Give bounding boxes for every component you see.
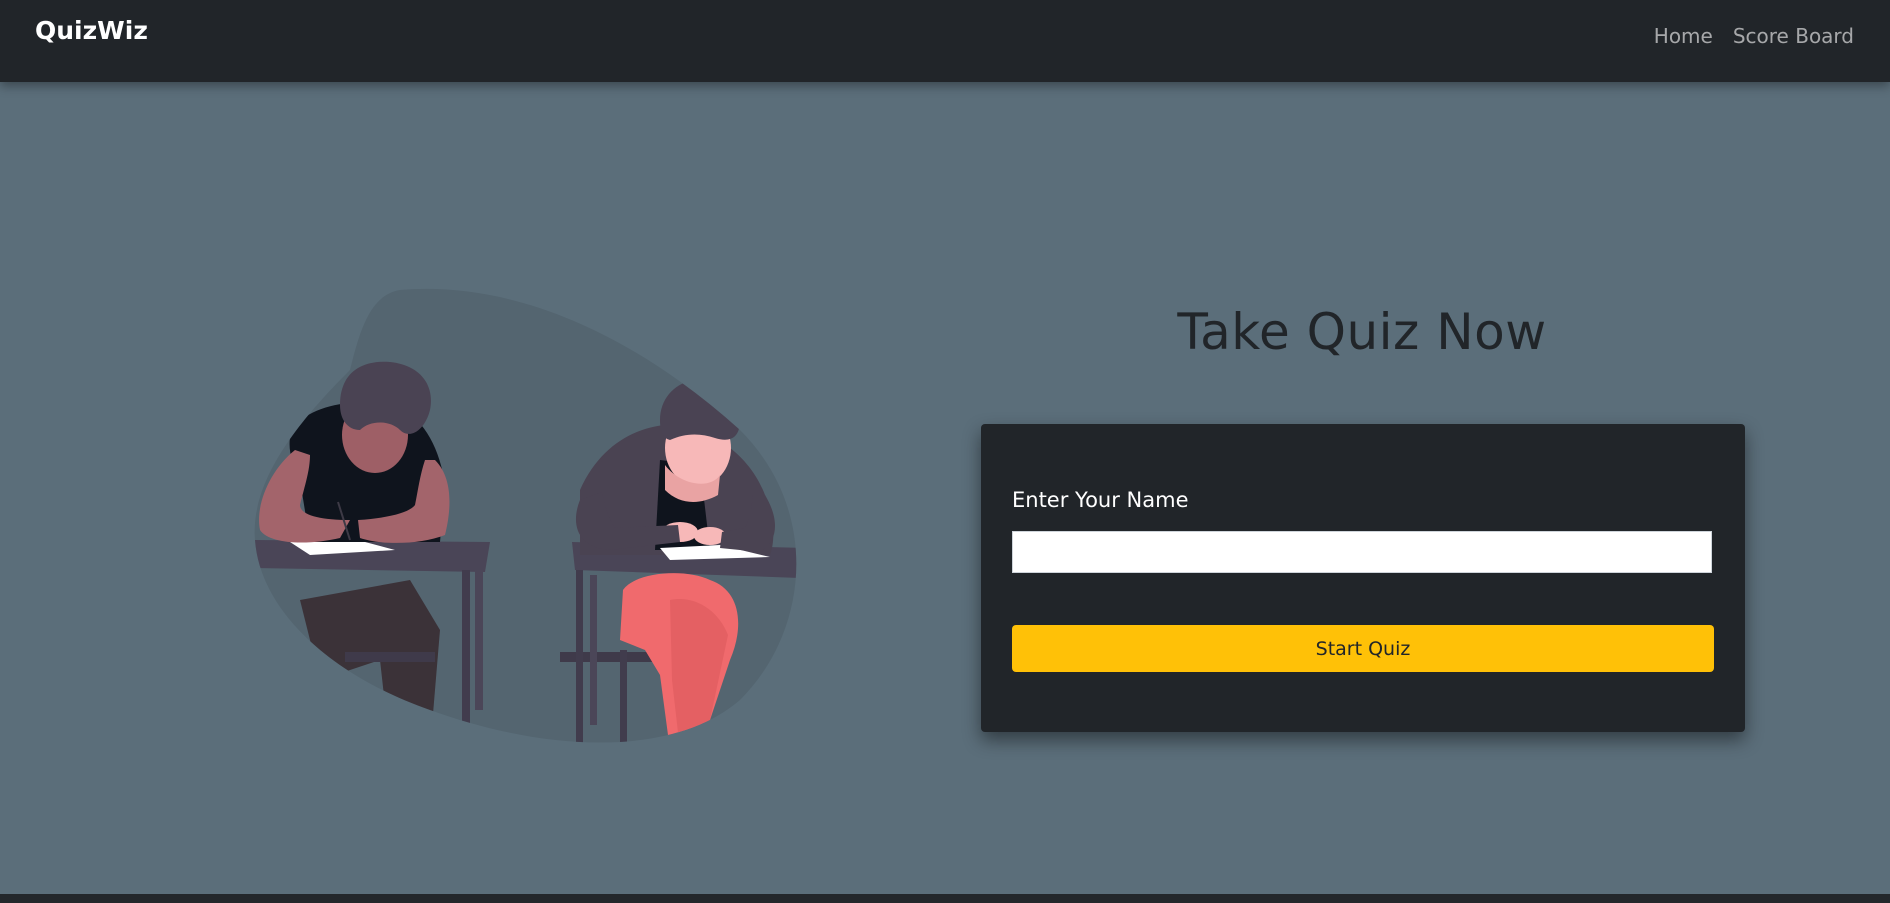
name-field-label: Enter Your Name [1012,488,1189,512]
navbar: QuizWiz Home Score Board [0,0,1890,82]
page-title: Take Quiz Now [1177,303,1547,361]
nav-link-score-board[interactable]: Score Board [1733,24,1854,48]
start-quiz-button[interactable]: Start Quiz [1012,625,1714,672]
nav-link-home[interactable]: Home [1654,24,1713,48]
students-taking-exam-illustration [240,280,830,755]
footer-strip [0,894,1890,903]
name-input[interactable] [1012,531,1712,573]
name-form-card: Enter Your Name Start Quiz [981,424,1745,732]
brand-logo[interactable]: QuizWiz [35,16,148,45]
nav-links: Home Score Board [1654,24,1854,48]
